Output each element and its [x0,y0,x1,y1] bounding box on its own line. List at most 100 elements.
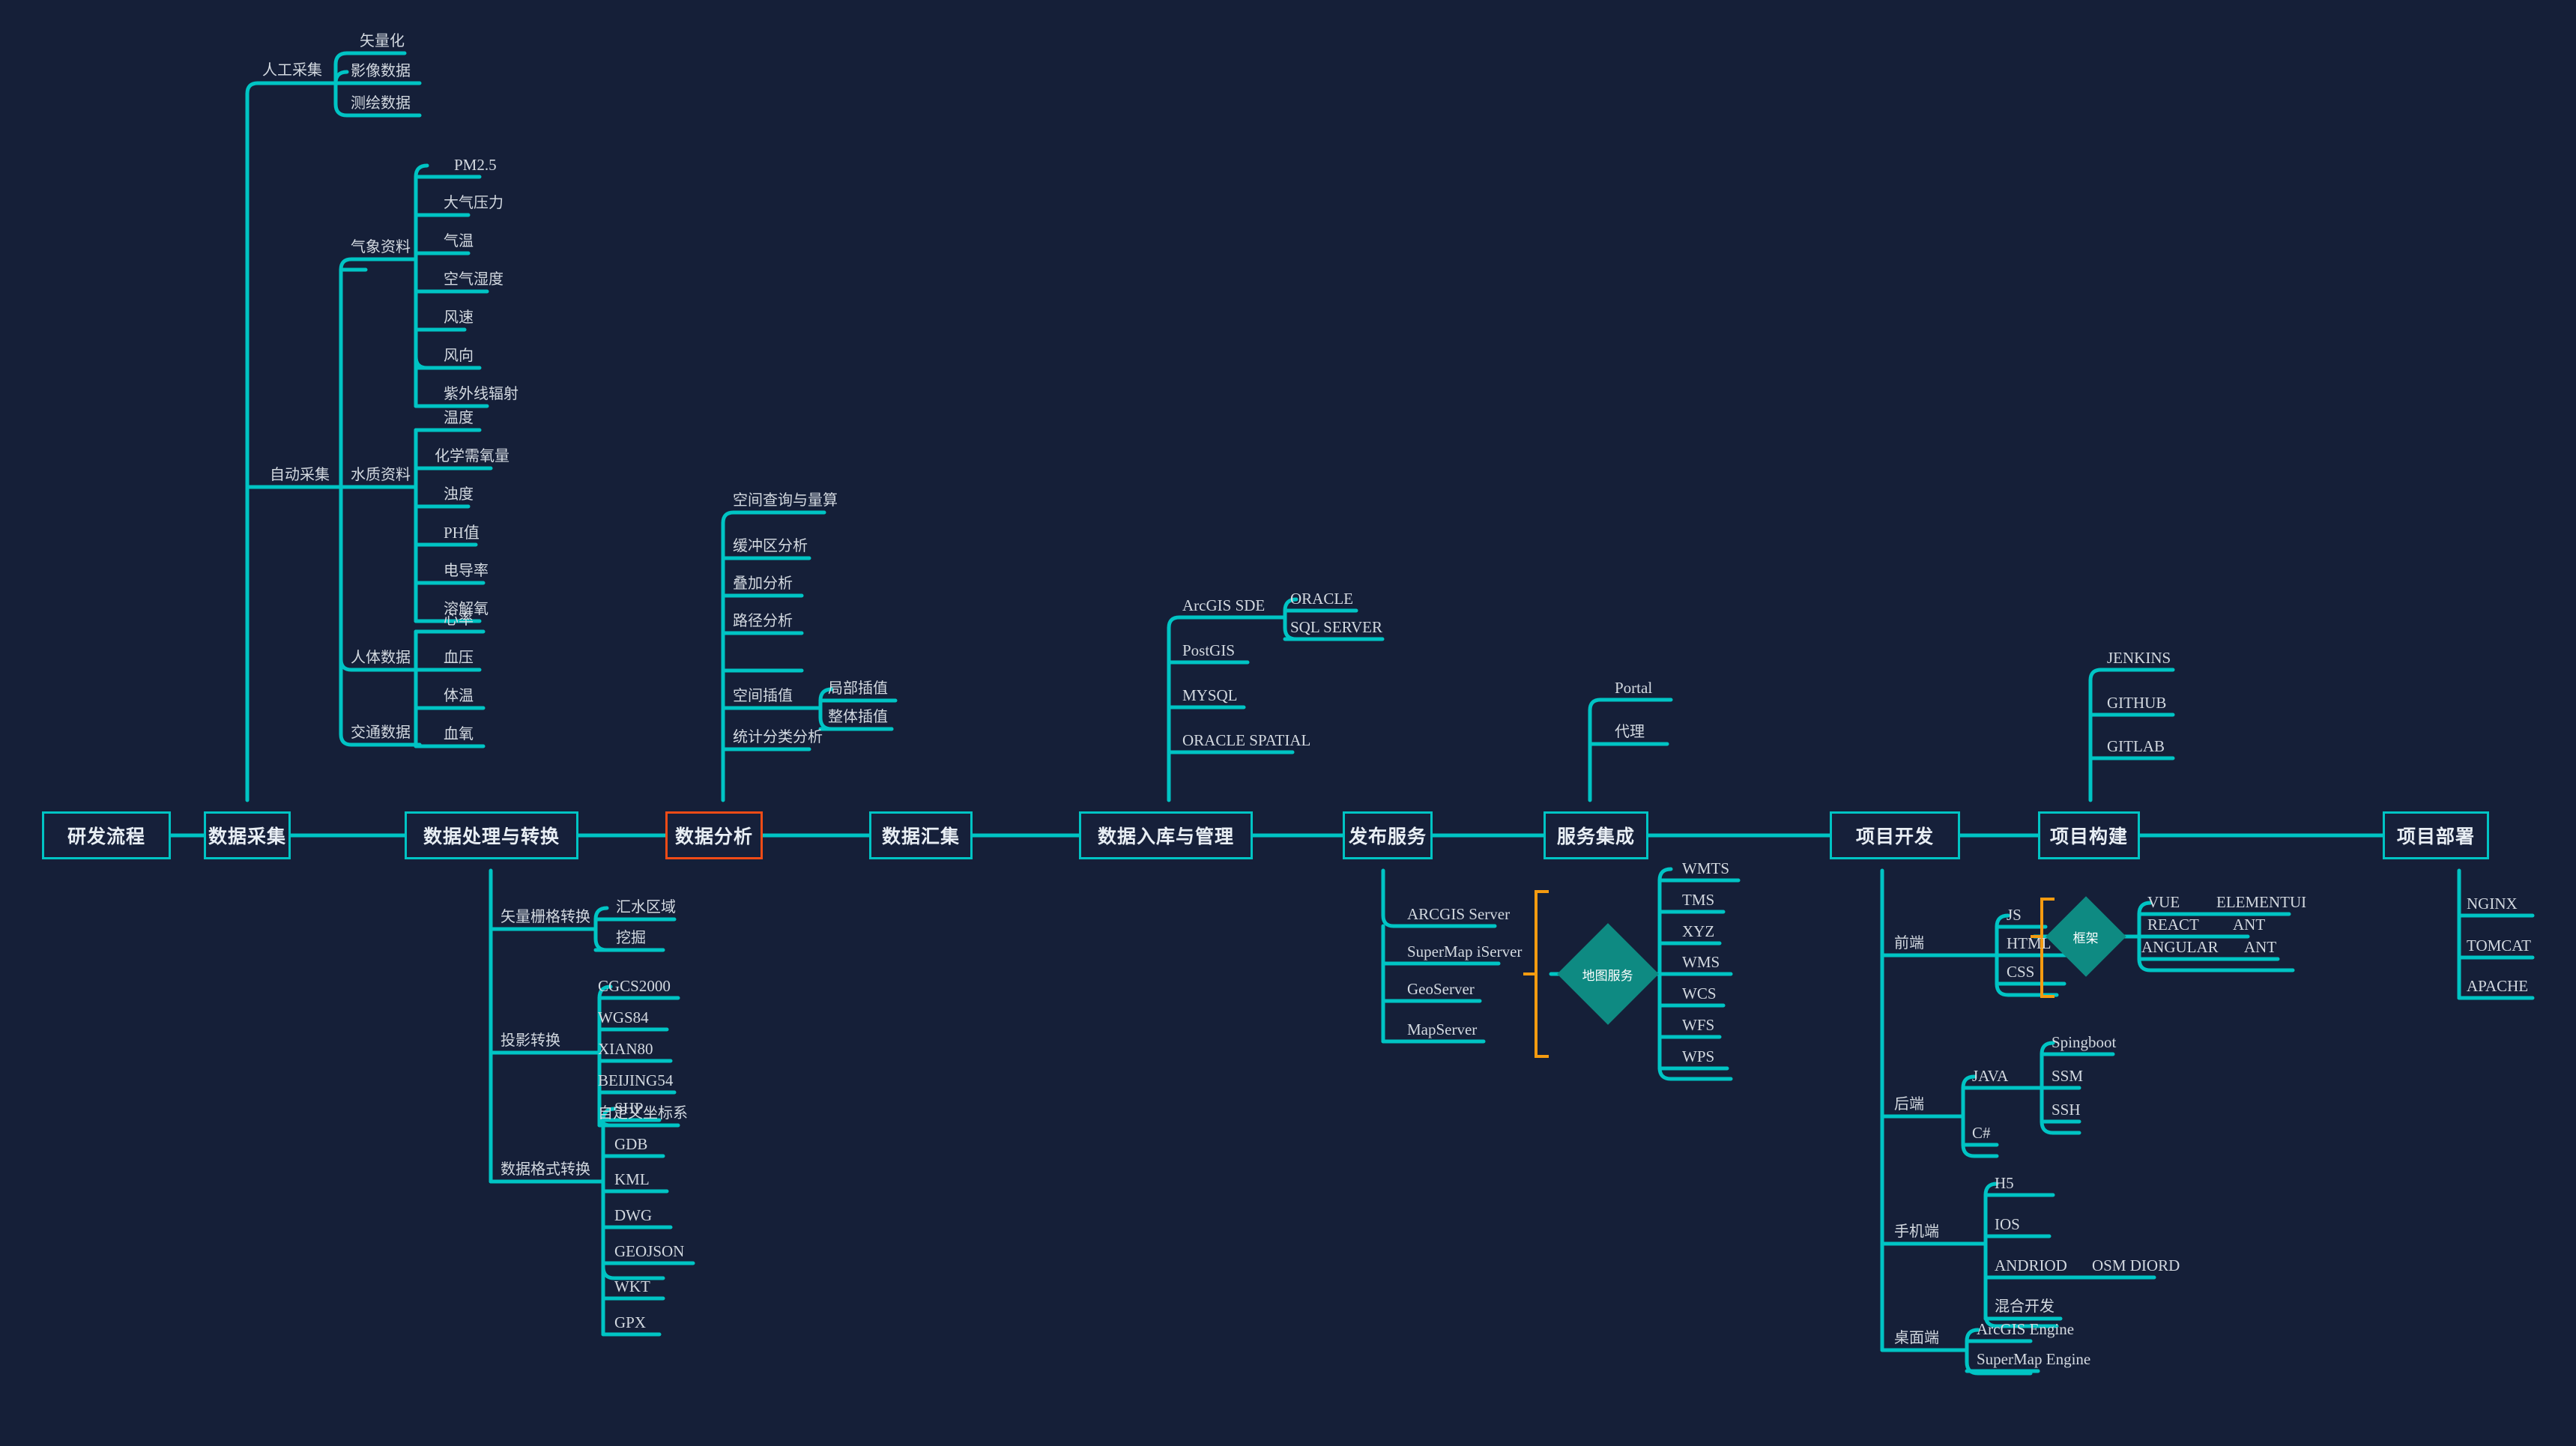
node-survey-data[interactable]: 测绘数据 [351,96,411,111]
node-frontend[interactable]: 前端 [1894,936,1924,951]
node-nginx[interactable]: NGINX [2467,896,2518,912]
node-xyz[interactable]: XYZ [1682,924,1714,940]
node-water-temperature[interactable]: 温度 [444,411,474,426]
node-humidity[interactable]: 空气湿度 [444,272,504,287]
node-h5[interactable]: H5 [1995,1176,2014,1191]
node-github[interactable]: GITHUB [2107,695,2166,711]
node-angular[interactable]: ANGULAR [2141,940,2219,955]
node-supermap-iserver[interactable]: SuperMap iServer [1407,944,1522,960]
node-ph-value[interactable]: PH值 [444,525,480,541]
node-arcgis-sde[interactable]: ArcGIS SDE [1182,598,1265,614]
node-hybrid-dev[interactable]: 混合开发 [1995,1299,2055,1314]
node-js[interactable]: JS [2007,907,2022,923]
node-tms[interactable]: TMS [1682,892,1714,908]
node-uv-radiation[interactable]: 紫外线辐射 [444,387,518,402]
node-image-data[interactable]: 影像数据 [351,64,411,79]
node-angular-ant[interactable]: ANT [2244,940,2276,955]
node-cgcs2000[interactable]: CGCS2000 [598,978,671,994]
node-auto-collection[interactable]: 自动采集 [270,468,330,482]
node-arcgis-engine[interactable]: ArcGIS Engine [1977,1322,2074,1337]
node-osm-diord[interactable]: OSM DIORD [2092,1258,2180,1274]
spine-box-data-processing[interactable]: 数据处理与转换 [405,811,578,859]
node-gitlab[interactable]: GITLAB [2107,739,2165,754]
node-ssm[interactable]: SSM [2052,1068,2083,1084]
node-react-ant[interactable]: ANT [2233,917,2265,933]
node-buffer-analysis[interactable]: 缓冲区分析 [733,539,808,554]
spine-box-project-dev[interactable]: 项目开发 [1830,811,1960,859]
node-catchment-area[interactable]: 汇水区域 [616,900,676,915]
node-css[interactable]: CSS [2007,964,2034,980]
node-beijing54[interactable]: BEIJING54 [598,1073,673,1089]
node-geojson[interactable]: GEOJSON [614,1244,684,1259]
node-format-conversion[interactable]: 数据格式转换 [501,1162,590,1177]
group-node-map-service[interactable]: 地图服务 [1557,923,1659,1025]
node-wfs[interactable]: WFS [1682,1017,1714,1033]
node-ios[interactable]: IOS [1995,1217,2020,1232]
node-blood-oxygen[interactable]: 血氧 [444,727,474,742]
node-overlay-analysis[interactable]: 叠加分析 [733,576,793,591]
node-html[interactable]: HTML [2007,936,2052,952]
node-body-data[interactable]: 人体数据 [351,650,411,665]
spine-box-data-storage[interactable]: 数据入库与管理 [1079,811,1253,859]
node-portal[interactable]: Portal [1615,680,1652,696]
node-mysql[interactable]: MYSQL [1182,688,1238,704]
spine-box-project-build[interactable]: 项目构建 [2038,811,2140,859]
node-wms[interactable]: WMS [1682,955,1720,970]
spine-box-data-collection[interactable]: 数据采集 [204,811,291,859]
node-manual-collection[interactable]: 人工采集 [262,63,322,78]
node-turbidity[interactable]: 浊度 [444,487,474,502]
node-tomcat[interactable]: TOMCAT [2467,938,2531,954]
node-statistical-analysis[interactable]: 统计分类分析 [733,730,823,745]
node-ssh[interactable]: SSH [2052,1102,2081,1118]
node-heart-rate[interactable]: 心率 [444,612,474,627]
node-elementui[interactable]: ELEMENTUI [2216,895,2306,910]
node-spatial-query[interactable]: 空间查询与量算 [733,493,838,508]
node-local-interpolation[interactable]: 局部插值 [828,681,888,696]
node-vue[interactable]: VUE [2147,895,2180,910]
node-vectorization[interactable]: 矢量化 [360,34,405,49]
group-node-framework[interactable]: 框架 [2046,896,2126,977]
node-spingboot[interactable]: Spingboot [2052,1035,2116,1050]
node-path-analysis[interactable]: 路径分析 [733,614,793,629]
node-wgs84[interactable]: WGS84 [598,1010,649,1026]
node-wind-direction[interactable]: 风向 [444,348,474,363]
node-vector-raster-conversion[interactable]: 矢量栅格转换 [501,910,590,925]
spine-box-project-deploy[interactable]: 项目部署 [2383,811,2489,859]
node-gdb[interactable]: GDB [614,1137,647,1152]
node-arcgis-server[interactable]: ARCGIS Server [1407,907,1510,922]
node-global-interpolation[interactable]: 整体插值 [828,710,888,724]
node-temperature-air[interactable]: 气温 [444,234,474,249]
node-java[interactable]: JAVA [1972,1068,2008,1084]
node-jenkins[interactable]: JENKINS [2107,650,2171,666]
node-traffic-data[interactable]: 交通数据 [351,725,411,740]
node-projection-conversion[interactable]: 投影转换 [501,1033,560,1048]
node-spatial-interpolation[interactable]: 空间插值 [733,689,793,704]
node-react[interactable]: REACT [2147,917,2199,933]
node-postgis[interactable]: PostGIS [1182,643,1235,659]
node-geoserver[interactable]: GeoServer [1407,981,1475,997]
node-pm25[interactable]: PM2.5 [454,157,497,173]
node-wcs[interactable]: WCS [1682,986,1717,1002]
node-sql-server[interactable]: SQL SERVER [1290,620,1382,635]
node-wps[interactable]: WPS [1682,1049,1714,1065]
node-wind-speed[interactable]: 风速 [444,310,474,325]
spine-box-publish-service[interactable]: 发布服务 [1343,811,1433,859]
node-proxy[interactable]: 代理 [1615,724,1645,739]
spine-box-data-analysis[interactable]: 数据分析 [665,811,763,859]
spine-box-title[interactable]: 研发流程 [42,811,171,859]
node-oracle[interactable]: ORACLE [1290,591,1353,607]
node-supermap-engine[interactable]: SuperMap Engine [1977,1352,2090,1367]
node-wmts[interactable]: WMTS [1682,861,1729,877]
node-kml[interactable]: KML [614,1172,650,1188]
node-cod[interactable]: 化学需氧量 [435,449,510,464]
node-air-pressure[interactable]: 大气压力 [444,196,504,211]
node-oracle-spatial[interactable]: ORACLE SPATIAL [1182,733,1310,748]
spine-box-service-integration[interactable]: 服务集成 [1544,811,1648,859]
node-body-temperature[interactable]: 体温 [444,689,474,704]
node-gpx[interactable]: GPX [614,1315,646,1331]
node-apache[interactable]: APACHE [2467,978,2528,994]
node-weather-data[interactable]: 气象资料 [351,240,411,255]
node-xian80[interactable]: XIAN80 [598,1041,653,1057]
node-mapserver[interactable]: MapServer [1407,1022,1477,1038]
node-excavation[interactable]: 挖掘 [616,931,646,946]
